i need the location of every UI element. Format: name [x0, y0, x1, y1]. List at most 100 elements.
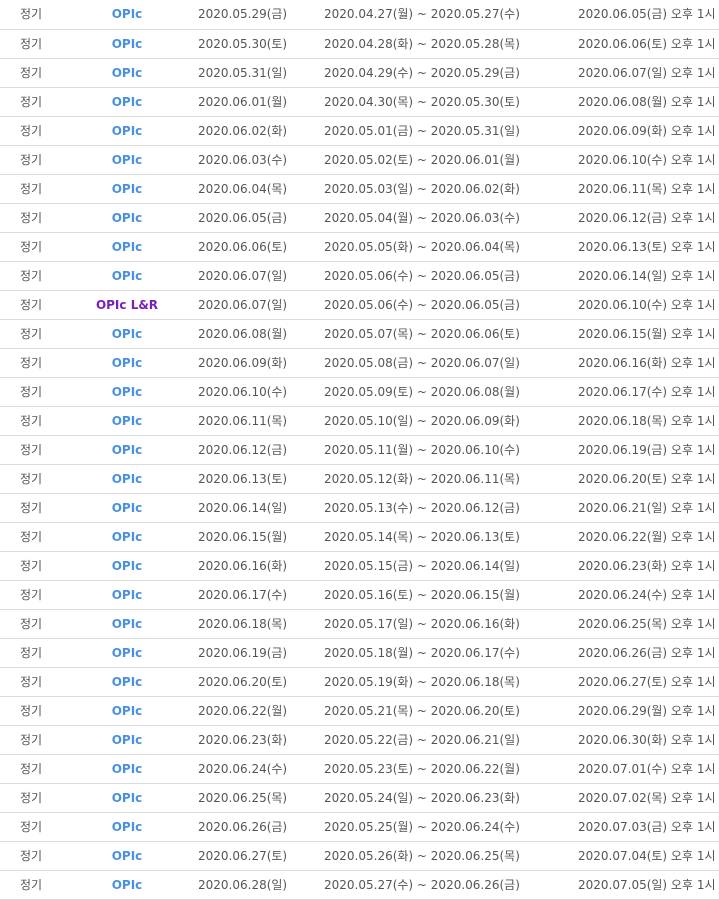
table-row: 정기 OPIc 2020.06.11(목) 2020.05.10(일) ~ 2020.…: [0, 406, 719, 436]
exam-type-cell: 정기: [0, 203, 62, 233]
registration-period-cell: 2020.05.12(화) ~ 2020.06.11(목): [318, 464, 578, 494]
table-row: 정기 OPIc 2020.06.28(일) 2020.05.27(수) ~ 2020.…: [0, 870, 719, 900]
result-date-cell: 2020.06.07(일) 오후 1시: [578, 58, 719, 88]
exam-type-cell: 정기: [0, 841, 62, 871]
exam-name-cell: OPIc: [62, 725, 192, 755]
registration-period-cell: 2020.05.05(화) ~ 2020.06.04(목): [318, 232, 578, 262]
exam-date-cell: 2020.06.23(화): [192, 725, 318, 755]
table-row: 정기 OPIc 2020.05.29(금) 2020.04.27(월) ~ 2020.…: [0, 0, 719, 30]
exam-name-cell: OPIc: [62, 783, 192, 813]
exam-date-cell: 2020.06.12(금): [192, 435, 318, 465]
exam-type-cell: 정기: [0, 116, 62, 146]
exam-name-cell: OPIc: [62, 493, 192, 523]
exam-date-cell: 2020.06.15(월): [192, 522, 318, 552]
exam-type-cell: 정기: [0, 580, 62, 610]
registration-period-cell: 2020.04.28(화) ~ 2020.05.28(목): [318, 29, 578, 59]
exam-name-cell: OPIc: [62, 174, 192, 204]
exam-type-cell: 정기: [0, 493, 62, 523]
exam-name-cell: OPIc: [62, 261, 192, 291]
result-date-cell: 2020.07.05(일) 오후 1시: [578, 870, 719, 900]
result-date-cell: 2020.06.15(월) 오후 1시: [578, 319, 719, 349]
exam-date-cell: 2020.06.02(화): [192, 116, 318, 146]
table-row: 정기 OPIc 2020.05.30(토) 2020.04.28(화) ~ 2020.…: [0, 29, 719, 59]
exam-name-cell: OPIc: [62, 580, 192, 610]
exam-date-cell: 2020.06.08(월): [192, 319, 318, 349]
registration-period-cell: 2020.05.14(목) ~ 2020.06.13(토): [318, 522, 578, 552]
table-row: 정기 OPIc 2020.06.19(금) 2020.05.18(월) ~ 2020.…: [0, 638, 719, 668]
exam-type-cell: 정기: [0, 783, 62, 813]
exam-name-cell: OPIc: [62, 696, 192, 726]
result-date-cell: 2020.06.25(목) 오후 1시: [578, 609, 719, 639]
exam-schedule-body: 정기 OPIc 2020.05.29(금) 2020.04.27(월) ~ 2020.…: [0, 0, 719, 900]
result-date-cell: 2020.07.04(토) 오후 1시: [578, 841, 719, 871]
exam-type-cell: 정기: [0, 261, 62, 291]
result-date-cell: 2020.07.02(목) 오후 1시: [578, 783, 719, 813]
table-row: 정기 OPIc 2020.06.01(월) 2020.04.30(목) ~ 2020.…: [0, 87, 719, 117]
registration-period-cell: 2020.05.06(수) ~ 2020.06.05(금): [318, 261, 578, 291]
exam-date-cell: 2020.06.06(토): [192, 232, 318, 262]
table-row: 정기 OPIc 2020.06.15(월) 2020.05.14(목) ~ 2020.…: [0, 522, 719, 552]
registration-period-cell: 2020.05.19(화) ~ 2020.06.18(목): [318, 667, 578, 697]
table-row: 정기 OPIc 2020.05.31(일) 2020.04.29(수) ~ 2020.…: [0, 58, 719, 88]
exam-date-cell: 2020.06.16(화): [192, 551, 318, 581]
exam-type-cell: 정기: [0, 609, 62, 639]
result-date-cell: 2020.06.06(토) 오후 1시: [578, 29, 719, 59]
table-row: 정기 OPIc 2020.06.17(수) 2020.05.16(토) ~ 2020.…: [0, 580, 719, 610]
registration-period-cell: 2020.05.03(일) ~ 2020.06.02(화): [318, 174, 578, 204]
result-date-cell: 2020.07.01(수) 오후 1시: [578, 754, 719, 784]
exam-name-cell: OPIc: [62, 406, 192, 436]
table-row: 정기 OPIc 2020.06.03(수) 2020.05.02(토) ~ 2020.…: [0, 145, 719, 175]
exam-date-cell: 2020.06.22(월): [192, 696, 318, 726]
exam-type-cell: 정기: [0, 812, 62, 842]
exam-type-cell: 정기: [0, 0, 62, 30]
exam-name-cell: OPIc: [62, 638, 192, 668]
exam-type-cell: 정기: [0, 725, 62, 755]
exam-name-cell: OPIc: [62, 145, 192, 175]
registration-period-cell: 2020.05.27(수) ~ 2020.06.26(금): [318, 870, 578, 900]
exam-name-cell: OPIc: [62, 667, 192, 697]
exam-date-cell: 2020.05.29(금): [192, 0, 318, 30]
registration-period-cell: 2020.05.16(토) ~ 2020.06.15(월): [318, 580, 578, 610]
exam-date-cell: 2020.06.27(토): [192, 841, 318, 871]
result-date-cell: 2020.06.19(금) 오후 1시: [578, 435, 719, 465]
result-date-cell: 2020.06.10(수) 오후 1시: [578, 290, 719, 320]
result-date-cell: 2020.06.23(화) 오후 1시: [578, 551, 719, 581]
registration-period-cell: 2020.05.25(월) ~ 2020.06.24(수): [318, 812, 578, 842]
exam-type-cell: 정기: [0, 87, 62, 117]
table-row: 정기 OPIc 2020.06.04(목) 2020.05.03(일) ~ 2020.…: [0, 174, 719, 204]
exam-name-cell: OPIc: [62, 0, 192, 30]
exam-name-cell: OPIc: [62, 841, 192, 871]
exam-date-cell: 2020.05.31(일): [192, 58, 318, 88]
table-row: 정기 OPIc 2020.06.06(토) 2020.05.05(화) ~ 2020.…: [0, 232, 719, 262]
table-row: 정기 OPIc 2020.06.02(화) 2020.05.01(금) ~ 2020.…: [0, 116, 719, 146]
result-date-cell: 2020.06.22(월) 오후 1시: [578, 522, 719, 552]
table-row: 정기 OPIc 2020.06.10(수) 2020.05.09(토) ~ 2020.…: [0, 377, 719, 407]
exam-date-cell: 2020.06.20(토): [192, 667, 318, 697]
exam-name-cell: OPIc: [62, 522, 192, 552]
table-row: 정기 OPIc 2020.06.07(일) 2020.05.06(수) ~ 2020.…: [0, 261, 719, 291]
registration-period-cell: 2020.05.09(토) ~ 2020.06.08(월): [318, 377, 578, 407]
result-date-cell: 2020.06.13(토) 오후 1시: [578, 232, 719, 262]
exam-name-cell: OPIc: [62, 812, 192, 842]
exam-type-cell: 정기: [0, 870, 62, 900]
exam-type-cell: 정기: [0, 464, 62, 494]
registration-period-cell: 2020.05.11(월) ~ 2020.06.10(수): [318, 435, 578, 465]
registration-period-cell: 2020.05.17(일) ~ 2020.06.16(화): [318, 609, 578, 639]
exam-date-cell: 2020.06.01(월): [192, 87, 318, 117]
result-date-cell: 2020.06.26(금) 오후 1시: [578, 638, 719, 668]
result-date-cell: 2020.06.09(화) 오후 1시: [578, 116, 719, 146]
exam-type-cell: 정기: [0, 290, 62, 320]
exam-date-cell: 2020.06.14(일): [192, 493, 318, 523]
exam-date-cell: 2020.06.17(수): [192, 580, 318, 610]
exam-name-cell: OPIc: [62, 319, 192, 349]
exam-date-cell: 2020.06.18(목): [192, 609, 318, 639]
result-date-cell: 2020.06.12(금) 오후 1시: [578, 203, 719, 233]
result-date-cell: 2020.06.30(화) 오후 1시: [578, 725, 719, 755]
table-row: 정기 OPIc 2020.06.09(화) 2020.05.08(금) ~ 2020.…: [0, 348, 719, 378]
result-date-cell: 2020.06.24(수) 오후 1시: [578, 580, 719, 610]
exam-date-cell: 2020.06.05(금): [192, 203, 318, 233]
exam-type-cell: 정기: [0, 174, 62, 204]
exam-date-cell: 2020.06.13(토): [192, 464, 318, 494]
exam-type-cell: 정기: [0, 377, 62, 407]
table-row: 정기 OPIc 2020.06.08(월) 2020.05.07(목) ~ 2020.…: [0, 319, 719, 349]
